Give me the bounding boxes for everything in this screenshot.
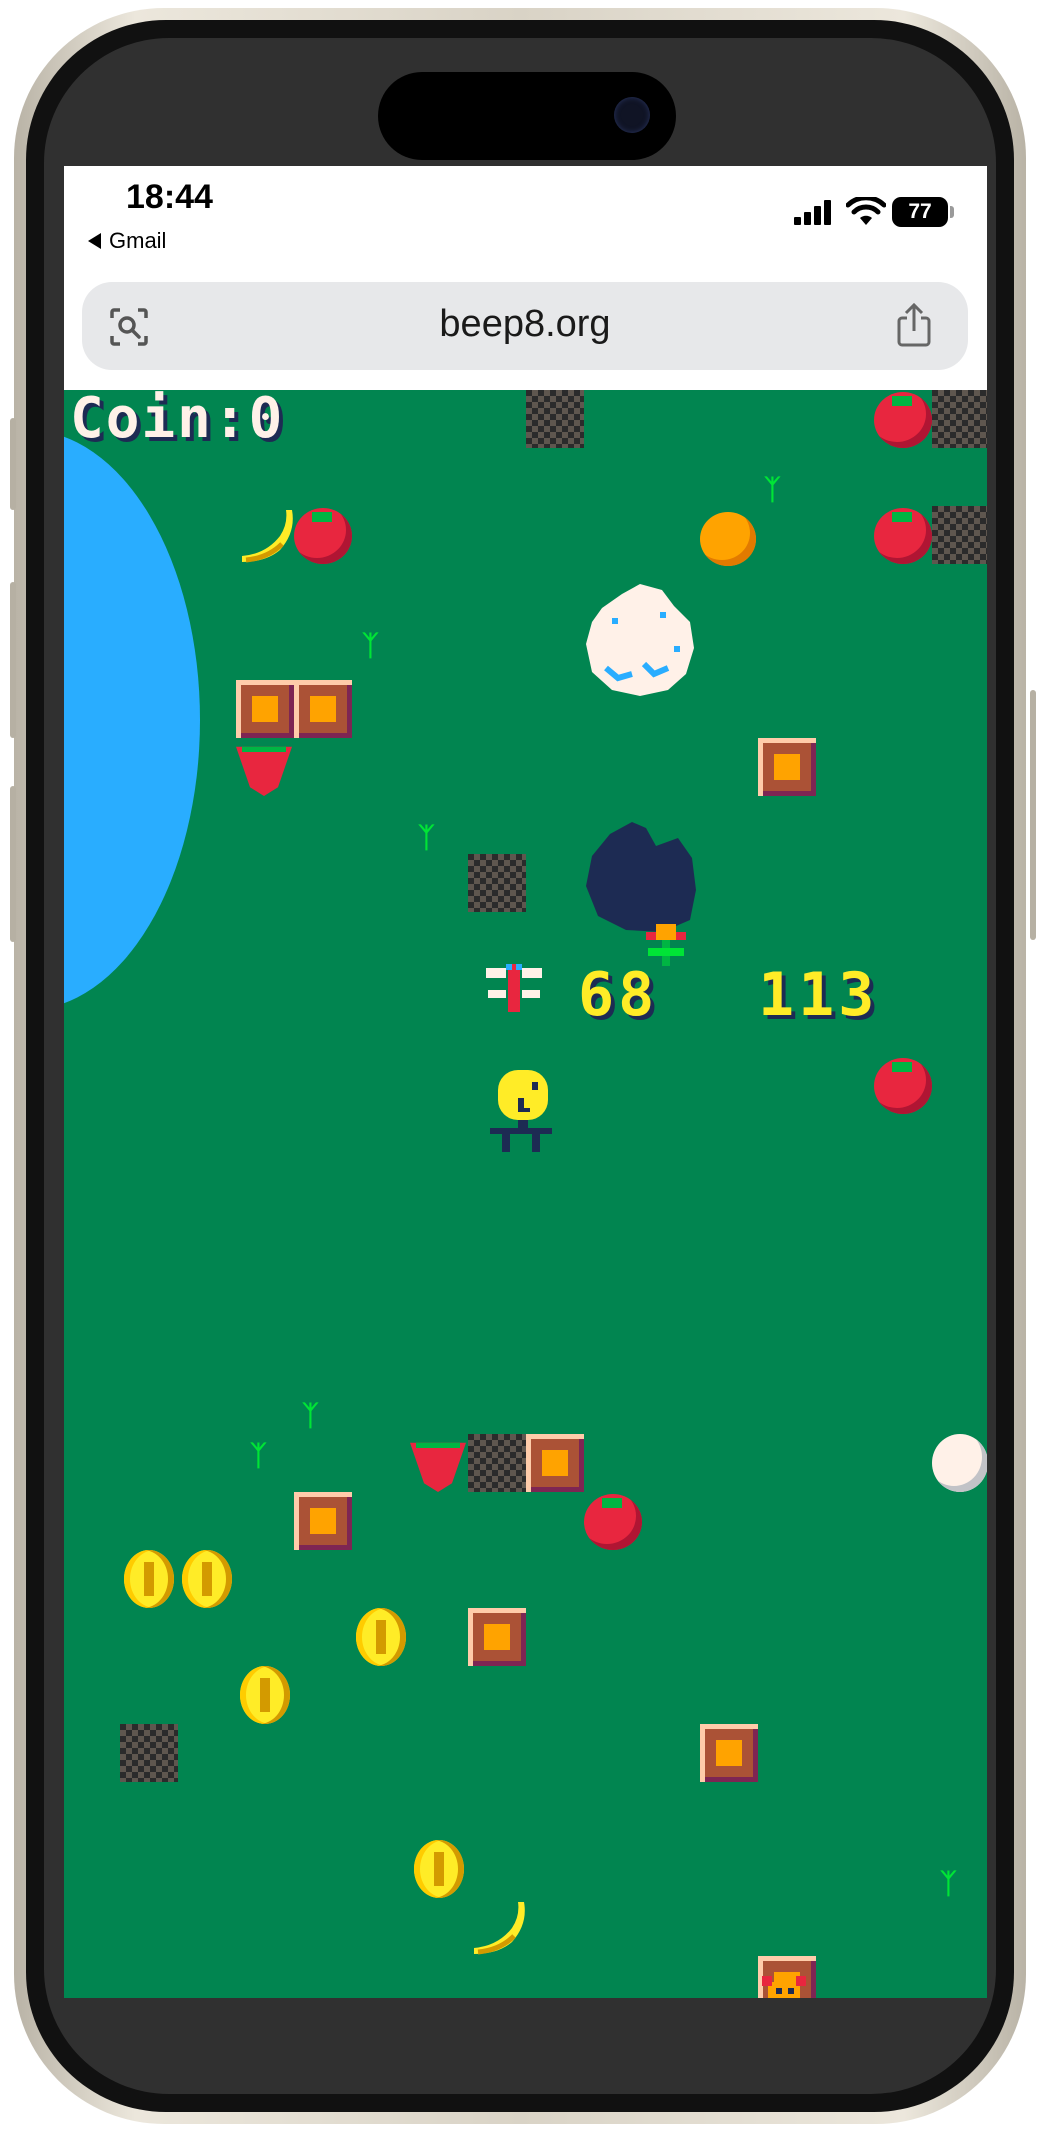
status-time: 18:44	[126, 178, 213, 216]
stone-block	[468, 854, 526, 912]
gold-coin	[356, 1608, 406, 1666]
grass-sprout: ᛉ	[764, 473, 781, 506]
action-button	[10, 418, 16, 510]
lake	[64, 430, 200, 1010]
stone-block	[932, 506, 987, 564]
tomato-item	[874, 392, 932, 448]
stone-block	[120, 1724, 178, 1782]
cloud-creature	[586, 584, 694, 696]
strawberry-item	[236, 746, 292, 796]
tomato-item	[584, 1494, 642, 1550]
share-icon[interactable]	[894, 302, 934, 348]
flower-sprite	[646, 924, 686, 966]
game-canvas[interactable]: Coin:0 68 113 ᛉ ᛉ ᛉ ᛉ ᛉ ᛉ	[64, 390, 987, 1998]
crate-block	[294, 680, 352, 738]
crate-block	[294, 1492, 352, 1550]
battery-icon: 77	[892, 197, 948, 227]
tomato-item	[294, 508, 352, 564]
critter-sprite	[762, 1976, 806, 1998]
crate-block	[468, 1608, 526, 1666]
wifi-icon	[846, 197, 886, 225]
coin-counter: Coin:0	[70, 390, 285, 451]
back-app-label: Gmail	[109, 228, 167, 253]
banana-item	[242, 510, 293, 563]
fly-sprite	[486, 964, 542, 1012]
volume-down-button	[10, 786, 16, 942]
tomato-item	[874, 1058, 932, 1114]
gold-coin	[124, 1550, 174, 1608]
grass-sprout: ᛉ	[418, 821, 435, 854]
url-text: beep8.org	[439, 303, 611, 345]
orange-item	[700, 512, 756, 566]
stone-block	[526, 390, 584, 448]
battery-cap	[950, 206, 954, 218]
stone-block	[468, 1434, 526, 1492]
strawberry-item	[410, 1442, 466, 1492]
debug-y-value: 113	[758, 960, 879, 1030]
status-bar: 18:44 Gmail 77	[64, 166, 987, 276]
grass-sprout: ᛉ	[940, 1867, 957, 1900]
back-to-app-link[interactable]: Gmail	[88, 228, 166, 254]
volume-up-button	[10, 582, 16, 738]
grass-sprout: ᛉ	[362, 629, 379, 662]
phone-screen: 18:44 Gmail 77 beep8.org Coin:0 68 113 ᛉ…	[64, 166, 987, 1998]
power-button	[1030, 690, 1036, 940]
egg-item	[932, 1434, 987, 1492]
signal-icon	[794, 199, 838, 225]
player-character	[490, 1070, 552, 1152]
back-arrow-icon	[88, 233, 101, 249]
gold-coin	[414, 1840, 464, 1898]
grass-sprout: ᛉ	[250, 1439, 267, 1472]
crate-block	[526, 1434, 584, 1492]
stone-block	[932, 390, 987, 448]
gold-coin	[240, 1666, 290, 1724]
banana-item	[474, 1902, 525, 1955]
gold-coin	[182, 1550, 232, 1608]
tomato-item	[874, 508, 932, 564]
crate-block	[758, 738, 816, 796]
address-bar[interactable]: beep8.org	[82, 282, 968, 370]
grass-sprout: ᛉ	[302, 1399, 319, 1432]
front-camera	[614, 97, 650, 133]
crate-block	[236, 680, 294, 738]
crate-block	[700, 1724, 758, 1782]
